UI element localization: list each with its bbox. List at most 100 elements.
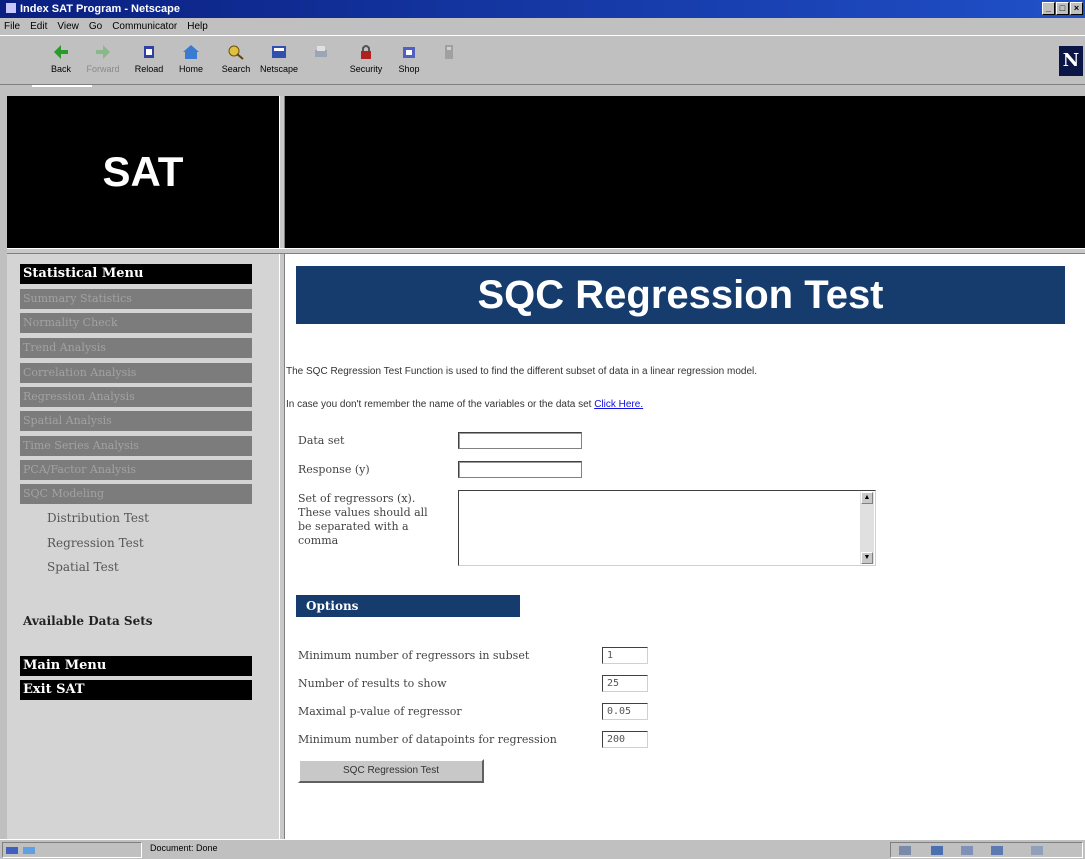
reload-button[interactable]: Reload	[128, 42, 170, 80]
back-button[interactable]: Back	[40, 42, 82, 80]
shop-icon	[403, 47, 415, 58]
navigation-toolbar: Back Forward Reload Home Search Netscape…	[0, 35, 1085, 85]
menu-go[interactable]: Go	[89, 18, 102, 35]
regressors-label-line-4: comma	[298, 534, 339, 547]
forward-button[interactable]: Forward	[82, 42, 124, 80]
sidebar-item-pca-factor-analysis[interactable]: PCA/Factor Analysis	[20, 460, 252, 480]
results-to-show-input[interactable]: 25	[602, 675, 648, 692]
netscape-label: Netscape	[259, 64, 299, 74]
option-label-results-to-show: Number of results to show	[298, 677, 447, 690]
maximize-button[interactable]: □	[1056, 2, 1069, 15]
regressors-label-line-1: Set of regressors (x).	[298, 492, 416, 505]
back-label: Back	[50, 64, 71, 74]
component-bar-icons	[899, 846, 1043, 855]
option-label-min-datapoints: Minimum number of datapoints for regress…	[298, 733, 557, 746]
close-button[interactable]: ×	[1070, 2, 1083, 15]
stop-icon	[445, 45, 453, 59]
minimize-button[interactable]: _	[1042, 2, 1055, 15]
sidebar-item-sqc-modeling[interactable]: SQC Modeling	[20, 484, 252, 504]
sidebar-item-spatial-analysis[interactable]: Spatial Analysis	[20, 411, 252, 431]
option-label-min-regressors: Minimum number of regressors in subset	[298, 649, 530, 662]
page-title: SQC Regression Test	[296, 266, 1065, 324]
search-icon	[228, 45, 244, 60]
connection-icon	[6, 847, 35, 854]
menu-edit[interactable]: Edit	[30, 18, 47, 35]
header-frame	[285, 96, 1085, 248]
scroll-down-button[interactable]: ▼	[861, 552, 873, 564]
description-text: The SQC Regression Test Function is used…	[286, 366, 758, 377]
options-header: Options	[296, 595, 520, 617]
sidebar-item-summary-statistics[interactable]: Summary Statistics	[20, 289, 252, 309]
data-set-input[interactable]	[458, 432, 582, 449]
status-bar: Document: Done	[0, 839, 1085, 859]
stop-button[interactable]	[428, 42, 470, 80]
window-title: Index SAT Program - Netscape	[20, 3, 180, 15]
location-toolbar-tab[interactable]	[32, 85, 92, 95]
regressors-textarea[interactable]: ▲ ▼	[458, 490, 876, 566]
available-data-sets-label: Available Data Sets	[23, 614, 153, 628]
regressors-scrollbar[interactable]: ▲ ▼	[860, 492, 874, 564]
response-input[interactable]	[458, 461, 582, 478]
print-icon	[315, 46, 327, 57]
search-button[interactable]: Search	[215, 42, 257, 80]
main-menu-link[interactable]: Main Menu	[20, 656, 252, 676]
forward-arrow-icon	[96, 45, 110, 59]
lock-icon	[361, 45, 371, 59]
option-label-max-p-value: Maximal p-value of regressor	[298, 705, 462, 718]
exit-sat-link[interactable]: Exit SAT	[20, 680, 252, 700]
print-button[interactable]	[300, 42, 342, 80]
sub-item-distribution-test[interactable]: Distribution Test	[47, 511, 149, 525]
home-icon	[183, 45, 199, 59]
back-arrow-icon	[54, 45, 68, 59]
sidebar-frame: Statistical Menu Summary Statistics Norm…	[7, 254, 279, 839]
window-controls: _ □ ×	[1042, 2, 1083, 15]
browser-viewport: SAT Statistical Menu Summary Statistics …	[7, 96, 1085, 839]
component-bar	[890, 842, 1083, 858]
menu-help[interactable]: Help	[187, 18, 208, 35]
sidebar-item-time-series-analysis[interactable]: Time Series Analysis	[20, 436, 252, 456]
menu-communicator[interactable]: Communicator	[112, 18, 177, 35]
shop-label: Shop	[398, 64, 420, 74]
reload-label: Reload	[134, 64, 164, 74]
search-label: Search	[221, 64, 251, 74]
sidebar-item-correlation-analysis[interactable]: Correlation Analysis	[20, 363, 252, 383]
sub-item-regression-test[interactable]: Regression Test	[47, 536, 144, 550]
netscape-logo: N	[1059, 46, 1083, 76]
menu-bar: File Edit View Go Communicator Help	[0, 18, 1085, 35]
sat-banner-frame: SAT	[7, 96, 279, 248]
regressors-label-line-3: be separated with a	[298, 520, 409, 533]
forward-label: Forward	[86, 64, 120, 74]
statistical-menu-header: Statistical Menu	[20, 264, 252, 284]
max-p-value-input[interactable]: 0.05	[602, 703, 648, 720]
menu-view[interactable]: View	[57, 18, 79, 35]
sidebar-item-trend-analysis[interactable]: Trend Analysis	[20, 338, 252, 358]
home-label: Home	[178, 64, 203, 74]
click-here-link[interactable]: Click Here.	[594, 399, 643, 410]
reminder-text: In case you don't remember the name of t…	[286, 399, 643, 410]
min-datapoints-input[interactable]: 200	[602, 731, 648, 748]
sqc-regression-test-button[interactable]: SQC Regression Test	[298, 759, 484, 783]
min-regressors-input[interactable]: 1	[602, 647, 648, 664]
sat-logo-text: SAT	[102, 148, 184, 195]
scroll-up-button[interactable]: ▲	[861, 492, 873, 504]
reload-icon	[144, 46, 154, 58]
connection-indicator	[2, 842, 142, 858]
security-button[interactable]: Security	[345, 42, 387, 80]
netscape-window-icon	[6, 3, 16, 13]
data-set-label: Data set	[298, 434, 345, 447]
shop-button[interactable]: Shop	[388, 42, 430, 80]
security-label: Security	[349, 64, 383, 74]
netscape-button[interactable]: Netscape	[258, 42, 300, 80]
main-frame: SQC Regression Test The SQC Regression T…	[285, 254, 1085, 839]
window-title-bar: Index SAT Program - Netscape _ □ ×	[0, 0, 1085, 18]
status-text: Document: Done	[150, 843, 218, 853]
netscape-icon	[272, 46, 286, 58]
home-button[interactable]: Home	[170, 42, 212, 80]
reminder-prefix: In case you don't remember the name of t…	[286, 399, 592, 410]
sidebar-item-regression-analysis[interactable]: Regression Analysis	[20, 387, 252, 407]
regressors-label: Set of regressors (x). These values shou…	[298, 492, 428, 548]
sub-item-spatial-test[interactable]: Spatial Test	[47, 560, 119, 574]
sidebar-item-normality-check[interactable]: Normality Check	[20, 313, 252, 333]
regressors-label-line-2: These values should all	[298, 506, 428, 519]
menu-file[interactable]: File	[4, 18, 20, 35]
